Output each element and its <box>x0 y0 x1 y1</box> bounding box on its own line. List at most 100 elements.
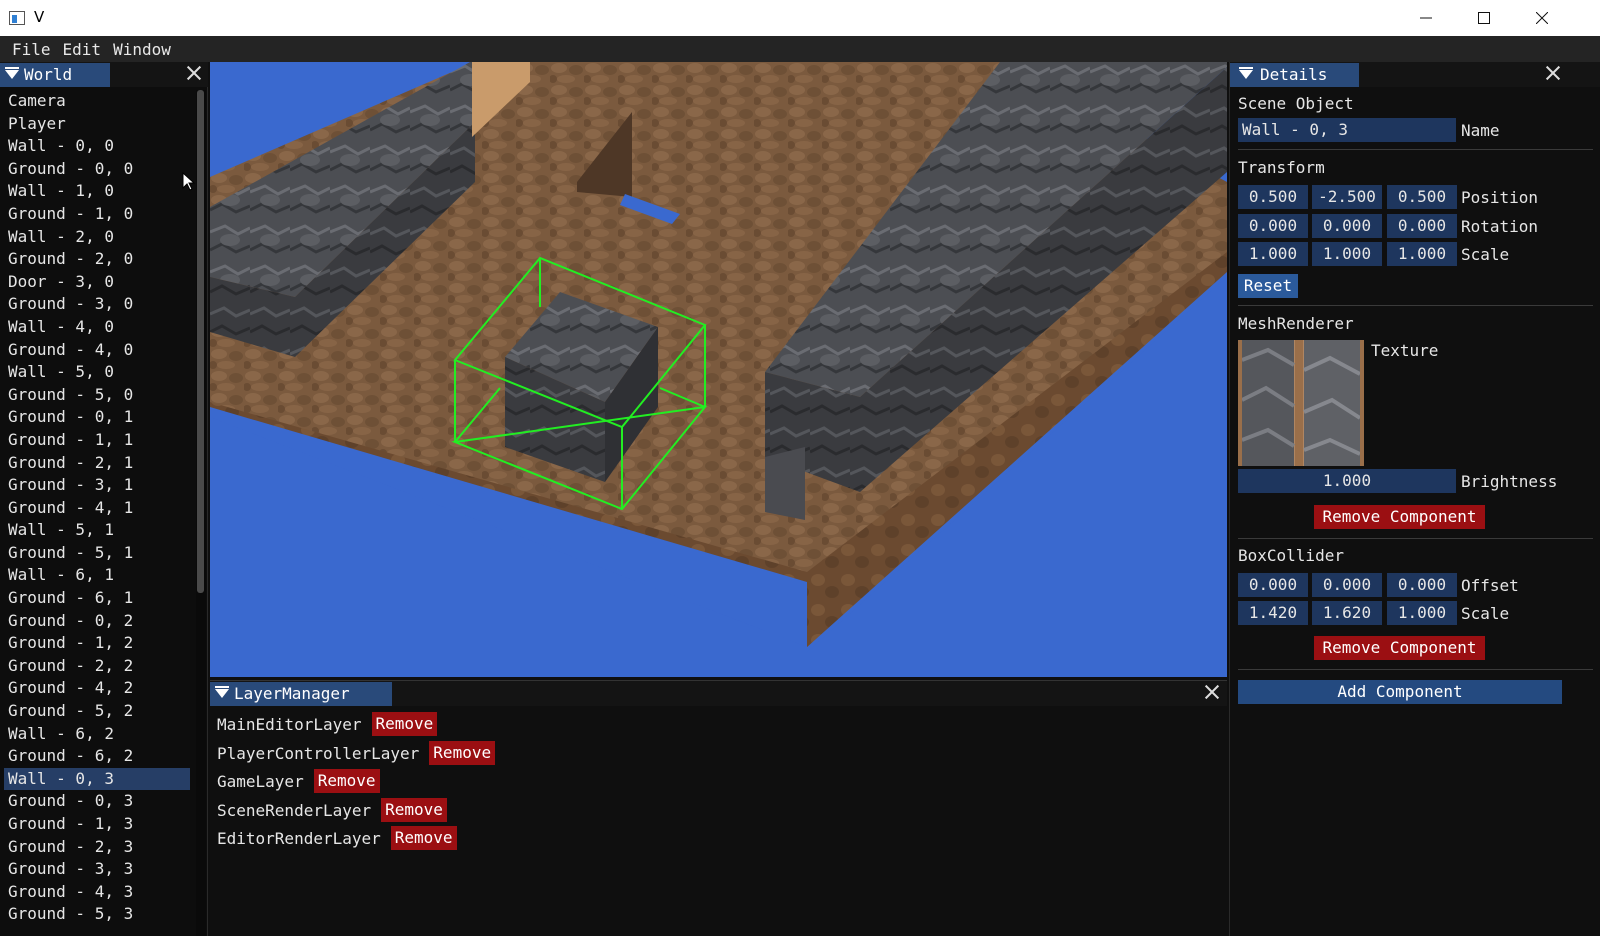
close-icon[interactable] <box>1545 65 1561 81</box>
rotation-z-field[interactable]: 0.000 <box>1387 214 1457 238</box>
world-item[interactable]: Door - 3, 0 <box>0 271 196 294</box>
collapse-triangle-icon[interactable] <box>5 67 19 79</box>
layer-row: EditorRenderLayer Remove <box>217 826 457 850</box>
collapse-triangle-icon[interactable] <box>215 686 229 698</box>
world-item[interactable]: Ground - 5, 0 <box>0 384 196 407</box>
layer-row: MainEditorLayer Remove <box>217 712 438 736</box>
layer-name: PlayerControllerLayer <box>217 743 420 763</box>
world-item[interactable]: Camera <box>0 90 196 113</box>
maximize-icon <box>1478 12 1490 24</box>
world-item[interactable]: Wall - 5, 1 <box>0 519 196 542</box>
world-item[interactable]: Ground - 2, 0 <box>0 248 196 271</box>
texture-thumbnail <box>1238 340 1364 466</box>
menu-edit[interactable]: Edit <box>57 40 108 59</box>
remove-layer-button[interactable]: Remove <box>313 769 380 793</box>
world-item[interactable]: Ground - 6, 2 <box>0 745 196 768</box>
world-item-selected[interactable]: Wall - 0, 3 <box>4 767 190 791</box>
world-item[interactable]: Ground - 2, 3 <box>0 836 196 859</box>
remove-box-collider-button[interactable]: Remove Component <box>1314 636 1485 660</box>
world-item[interactable]: Ground - 3, 0 <box>0 293 196 316</box>
world-item[interactable]: Ground - 1, 0 <box>0 203 196 226</box>
offset-y-field[interactable]: 0.000 <box>1312 573 1382 597</box>
scale-z-field[interactable]: 1.000 <box>1387 242 1457 266</box>
world-item[interactable]: Wall - 0, 0 <box>0 135 196 158</box>
layer-manager-panel: LayerManager MainEditorLayer Remove Player… <box>210 680 1227 936</box>
position-z-field[interactable]: 0.500 <box>1387 185 1457 209</box>
name-input[interactable]: Wall - 0, 3 <box>1238 118 1456 142</box>
layer-row: SceneRenderLayer Remove <box>217 798 447 822</box>
app-icon <box>9 11 25 25</box>
world-item[interactable]: Ground - 5, 3 <box>0 903 196 926</box>
world-item[interactable]: Ground - 4, 3 <box>0 881 196 904</box>
world-item[interactable]: Ground - 0, 2 <box>0 610 196 633</box>
reset-button[interactable]: Reset <box>1238 274 1298 298</box>
close-icon[interactable] <box>1204 684 1220 700</box>
world-item[interactable]: Ground - 6, 1 <box>0 587 196 610</box>
tab-details[interactable]: Details <box>1230 63 1359 87</box>
world-item[interactable]: Ground - 4, 1 <box>0 497 196 520</box>
collider-scale-y-field[interactable]: 1.620 <box>1312 601 1382 625</box>
window-title: V <box>34 8 45 26</box>
position-x-field[interactable]: 0.500 <box>1238 185 1308 209</box>
world-item[interactable]: Wall - 6, 1 <box>0 564 196 587</box>
divider <box>1238 538 1593 539</box>
scene-viewport[interactable] <box>210 62 1227 677</box>
position-y-field[interactable]: -2.500 <box>1312 185 1382 209</box>
world-item[interactable]: Ground - 3, 3 <box>0 858 196 881</box>
world-item[interactable]: Wall - 1, 0 <box>0 180 196 203</box>
world-item[interactable]: Ground - 2, 1 <box>0 452 196 475</box>
world-item[interactable]: Ground - 4, 2 <box>0 677 196 700</box>
name-label: Name <box>1461 121 1500 140</box>
remove-layer-button[interactable]: Remove <box>429 741 496 765</box>
collapse-triangle-icon[interactable] <box>1239 67 1253 79</box>
offset-label: Offset <box>1461 576 1519 595</box>
world-item[interactable]: Wall - 4, 0 <box>0 316 196 339</box>
world-item[interactable]: Ground - 1, 3 <box>0 813 196 836</box>
divider <box>1238 305 1593 306</box>
divider <box>1238 669 1593 670</box>
world-item[interactable]: Wall - 2, 0 <box>0 226 196 249</box>
collider-scale-x-field[interactable]: 1.420 <box>1238 601 1308 625</box>
remove-layer-button[interactable]: Remove <box>371 712 438 736</box>
tab-world[interactable]: World <box>0 63 110 87</box>
world-item[interactable]: Ground - 0, 3 <box>0 790 196 813</box>
rotation-label: Rotation <box>1461 217 1539 236</box>
remove-layer-button[interactable]: Remove <box>390 826 457 850</box>
rotation-x-field[interactable]: 0.000 <box>1238 214 1308 238</box>
layer-row: PlayerControllerLayer Remove <box>217 741 496 765</box>
world-item[interactable]: Ground - 2, 2 <box>0 655 196 678</box>
world-item[interactable]: Ground - 5, 2 <box>0 700 196 723</box>
brightness-field[interactable]: 1.000 <box>1238 469 1456 493</box>
world-item[interactable]: Wall - 5, 0 <box>0 361 196 384</box>
menu-file[interactable]: File <box>0 40 57 59</box>
world-item[interactable]: Ground - 1, 2 <box>0 632 196 655</box>
close-icon[interactable] <box>186 65 202 81</box>
menu-window[interactable]: Window <box>107 40 177 59</box>
world-item[interactable]: Ground - 4, 0 <box>0 339 196 362</box>
tab-layer-manager[interactable]: LayerManager <box>210 682 392 706</box>
layer-name: MainEditorLayer <box>217 714 362 734</box>
rotation-y-field[interactable]: 0.000 <box>1312 214 1382 238</box>
world-item[interactable]: Ground - 3, 1 <box>0 474 196 497</box>
scale-x-field[interactable]: 1.000 <box>1238 242 1308 266</box>
collider-scale-z-field[interactable]: 1.000 <box>1387 601 1457 625</box>
offset-x-field[interactable]: 0.000 <box>1238 573 1308 597</box>
texture-preview[interactable] <box>1238 340 1364 466</box>
offset-z-field[interactable]: 0.000 <box>1387 573 1457 597</box>
world-item[interactable]: Ground - 1, 1 <box>0 429 196 452</box>
close-window-button[interactable] <box>1513 0 1571 36</box>
scale-y-field[interactable]: 1.000 <box>1312 242 1382 266</box>
world-item[interactable]: Player <box>0 113 196 136</box>
world-item[interactable]: Ground - 0, 1 <box>0 406 196 429</box>
maximize-button[interactable] <box>1455 0 1513 36</box>
position-label: Position <box>1461 188 1539 207</box>
minimize-button[interactable] <box>1397 0 1455 36</box>
remove-layer-button[interactable]: Remove <box>381 798 447 822</box>
world-scrollbar[interactable] <box>196 90 206 936</box>
remove-mesh-renderer-button[interactable]: Remove Component <box>1314 505 1485 529</box>
world-item[interactable]: Ground - 0, 0 <box>0 158 196 181</box>
world-item[interactable]: Ground - 5, 1 <box>0 542 196 565</box>
add-component-button[interactable]: Add Component <box>1238 680 1562 704</box>
scrollbar-thumb[interactable] <box>197 90 204 593</box>
world-item[interactable]: Wall - 6, 2 <box>0 723 196 746</box>
